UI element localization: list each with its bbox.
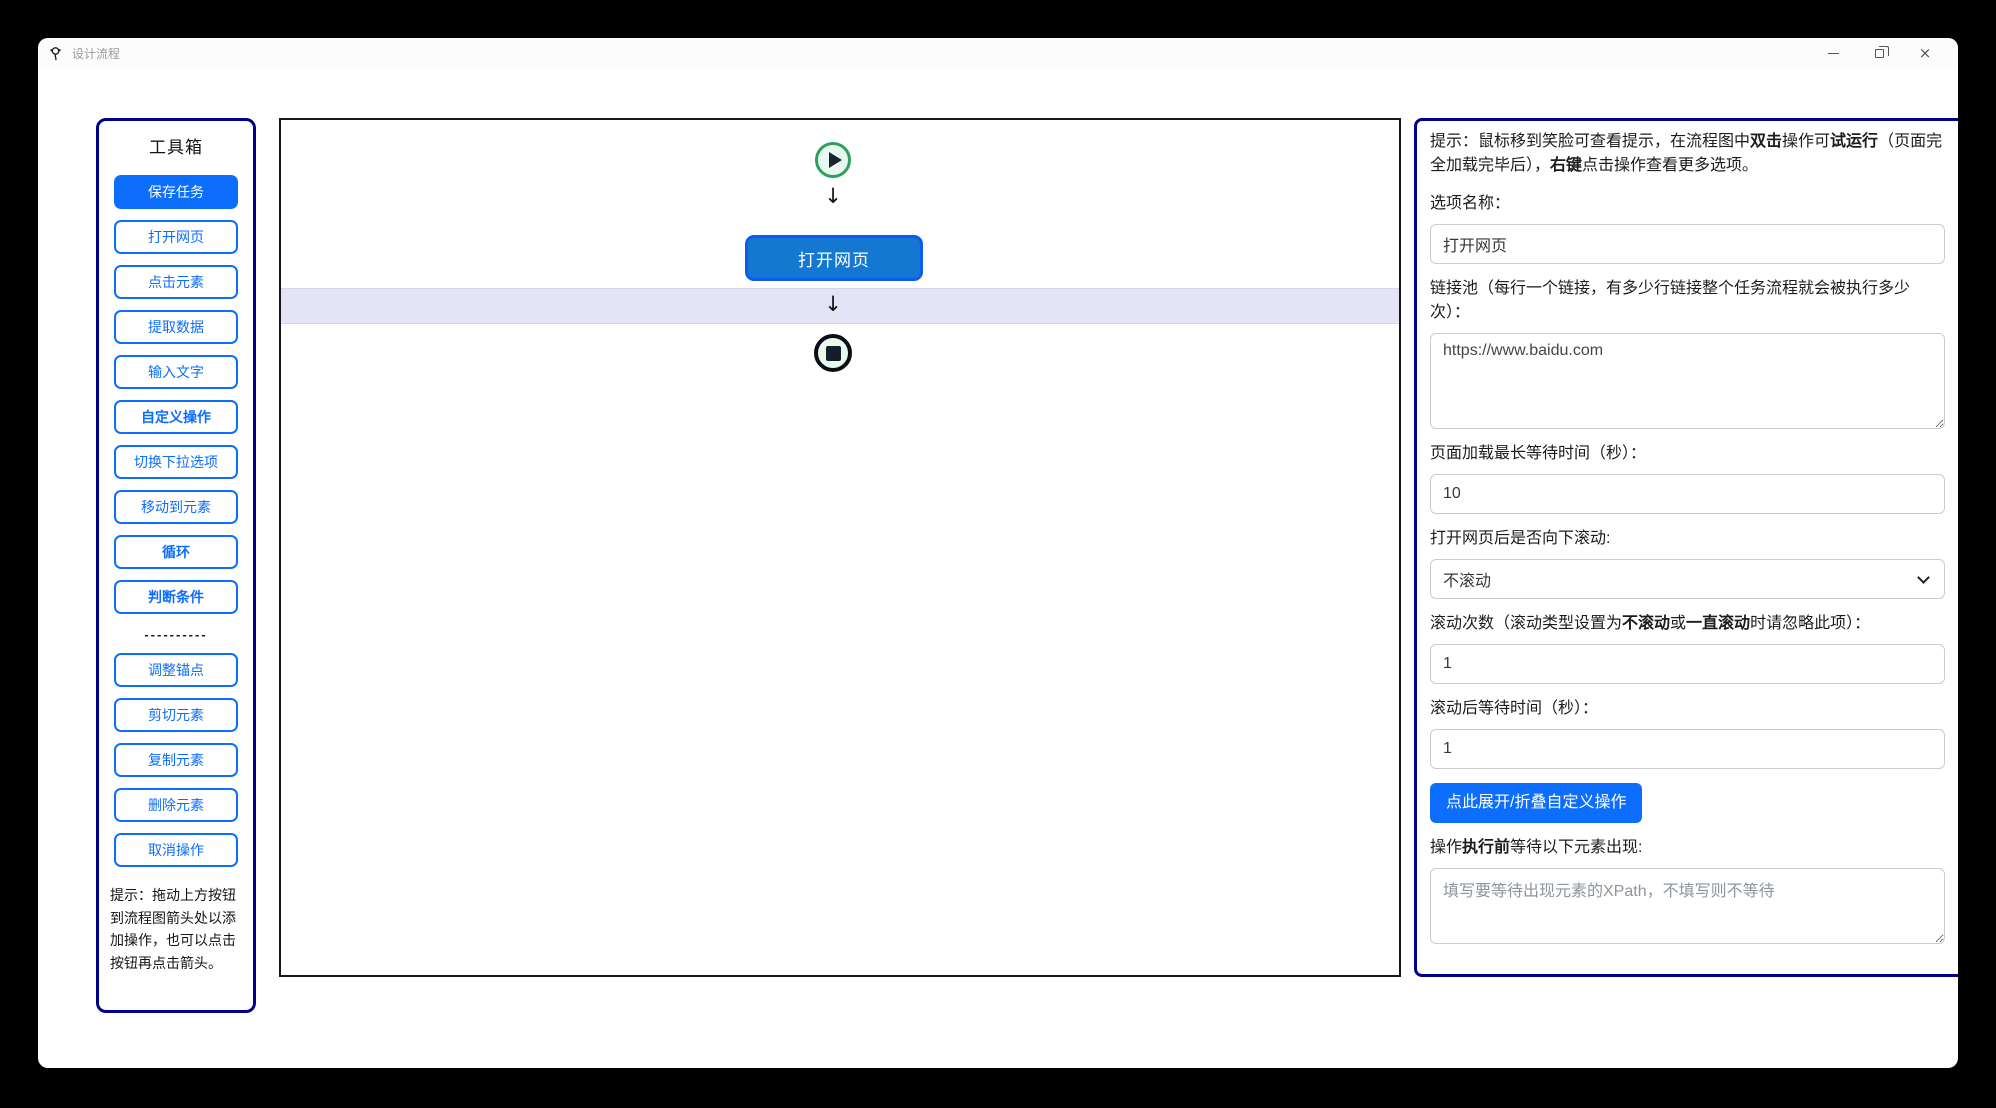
minimize-icon bbox=[1828, 53, 1839, 54]
properties-panel: 提示：鼠标移到笑脸可查看提示，在流程图中双击操作可试运行（页面完全加载完毕后），… bbox=[1414, 118, 1958, 977]
toolbox-button-custom-action[interactable]: 自定义操作 bbox=[114, 400, 238, 434]
restore-button[interactable] bbox=[1856, 38, 1902, 68]
toolbox-button-cancel-action[interactable]: 取消操作 bbox=[114, 833, 238, 867]
toolbox-divider: ---------- bbox=[99, 627, 253, 642]
scroll-type-selected-value: 不滚动 bbox=[1443, 567, 1491, 591]
custom-actions-toggle-button[interactable]: 点此展开/折叠自定义操作 bbox=[1430, 783, 1642, 823]
title-bar: 设计流程 × bbox=[38, 38, 1958, 68]
flow-arrow-icon[interactable]: ↓ bbox=[813, 292, 853, 316]
toolbox-button-move-to-element[interactable]: 移动到元素 bbox=[114, 490, 238, 524]
toolbox-hint-text: 提示：拖动上方按钮到流程图箭头处以添加操作，也可以点击按钮再点击箭头。 bbox=[110, 884, 243, 975]
toolbox-button-switch-dropdown[interactable]: 切换下拉选项 bbox=[114, 445, 238, 479]
toolbox-button-delete-element[interactable]: 删除元素 bbox=[114, 788, 238, 822]
toolbox-button-condition[interactable]: 判断条件 bbox=[114, 580, 238, 614]
toolbox-button-loop[interactable]: 循环 bbox=[114, 535, 238, 569]
flow-arrow-icon[interactable]: ↓ bbox=[813, 184, 853, 208]
toolbox-button-input-text[interactable]: 输入文字 bbox=[114, 355, 238, 389]
restore-icon bbox=[1875, 49, 1884, 58]
minimize-button[interactable] bbox=[1810, 38, 1856, 68]
scroll-type-select[interactable]: 不滚动 bbox=[1430, 559, 1945, 599]
stop-icon bbox=[826, 346, 841, 361]
window-title: 设计流程 bbox=[72, 45, 120, 62]
monkey-logo-icon bbox=[48, 46, 63, 61]
toolbox-button-click-element[interactable]: 点击元素 bbox=[114, 265, 238, 299]
wait-xpath-textarea[interactable] bbox=[1430, 868, 1945, 944]
toolbox-button-cut-element[interactable]: 剪切元素 bbox=[114, 698, 238, 732]
scroll-wait-label: 滚动后等待时间（秒）： bbox=[1430, 697, 1945, 721]
properties-panel-content: 提示：鼠标移到笑脸可查看提示，在流程图中双击操作可试运行（页面完全加载完毕后），… bbox=[1417, 121, 1958, 974]
max-wait-input[interactable] bbox=[1430, 474, 1945, 514]
design-flow-window: 设计流程 × 工具箱 保存任务 打开网页 点击元素 提取数据 输入文字 自定义操… bbox=[38, 38, 1958, 1068]
flow-node-open-webpage[interactable]: 打开网页 bbox=[745, 235, 923, 281]
max-wait-label: 页面加载最长等待时间（秒）： bbox=[1430, 442, 1945, 466]
toolbox-button-save-task[interactable]: 保存任务 bbox=[114, 175, 238, 209]
chevron-down-icon bbox=[1917, 571, 1930, 584]
scroll-times-input[interactable] bbox=[1430, 644, 1945, 684]
option-name-input[interactable] bbox=[1430, 224, 1945, 264]
toolbox-panel: 工具箱 保存任务 打开网页 点击元素 提取数据 输入文字 自定义操作 切换下拉选… bbox=[96, 118, 256, 1013]
wait-before-label: 操作执行前等待以下元素出现: bbox=[1430, 836, 1945, 860]
toolbox-button-open-webpage[interactable]: 打开网页 bbox=[114, 220, 238, 254]
panel-hint-text: 提示：鼠标移到笑脸可查看提示，在流程图中双击操作可试运行（页面完全加载完毕后），… bbox=[1430, 130, 1945, 179]
close-button[interactable]: × bbox=[1902, 38, 1948, 68]
play-icon bbox=[829, 152, 842, 168]
close-icon: × bbox=[1919, 46, 1932, 61]
toolbox-button-copy-element[interactable]: 复制元素 bbox=[114, 743, 238, 777]
link-pool-textarea[interactable]: https://www.baidu.com bbox=[1430, 333, 1945, 429]
scroll-wait-input[interactable] bbox=[1430, 729, 1945, 769]
toolbox-title: 工具箱 bbox=[99, 133, 253, 158]
end-node[interactable] bbox=[814, 334, 852, 372]
start-node[interactable] bbox=[815, 142, 851, 178]
toolbox-button-adjust-anchor[interactable]: 调整锚点 bbox=[114, 653, 238, 687]
scroll-type-label: 打开网页后是否向下滚动: bbox=[1430, 527, 1945, 551]
flow-canvas[interactable]: ↓ 打开网页 ↓ bbox=[279, 118, 1401, 977]
window-controls: × bbox=[1810, 38, 1948, 68]
scroll-times-label: 滚动次数（滚动类型设置为不滚动或一直滚动时请忽略此项）： bbox=[1430, 612, 1945, 636]
option-name-label: 选项名称： bbox=[1430, 192, 1945, 216]
link-pool-label: 链接池（每行一个链接，有多少行链接整个任务流程就会被执行多少次）： bbox=[1430, 277, 1945, 325]
app-logo-icon bbox=[47, 45, 63, 61]
toolbox-button-extract-data[interactable]: 提取数据 bbox=[114, 310, 238, 344]
selected-row-highlight: ↓ bbox=[281, 288, 1399, 324]
